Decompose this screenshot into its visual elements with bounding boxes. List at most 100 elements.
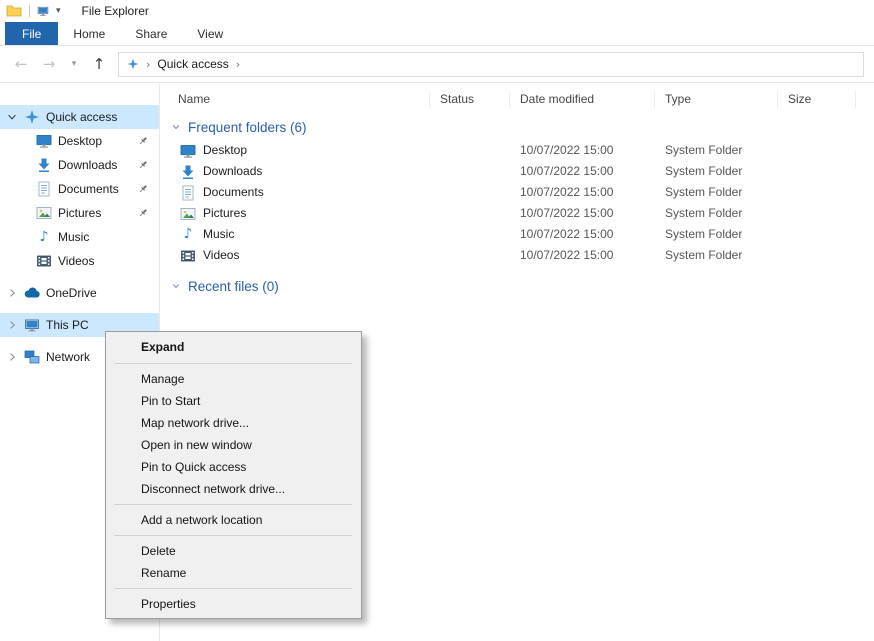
group-label: Recent files (0) [188,279,279,294]
column-header-status[interactable]: Status [430,91,510,108]
chevron-down-icon[interactable] [6,111,18,123]
file-row-pictures[interactable]: Pictures 10/07/2022 15:00 System Folder [160,203,874,224]
file-name: Music [203,224,234,245]
sidebar-item-documents[interactable]: Documents [0,177,159,201]
file-type: System Folder [655,140,778,161]
breadcrumb-chevron-icon[interactable]: › [236,58,240,71]
desktop-icon [36,133,52,149]
menu-separator [114,504,352,505]
downloads-icon [36,157,52,173]
sidebar-item-label: Desktop [58,134,102,148]
file-name: Videos [203,245,239,266]
menu-item-pin-to-quick-access[interactable]: Pin to Quick access [106,456,361,478]
file-type: System Folder [655,224,778,245]
videos-icon [36,253,52,269]
menu-item-manage[interactable]: Manage [106,368,361,390]
menu-item-delete[interactable]: Delete [106,540,361,562]
explorer-icon[interactable] [6,3,22,19]
file-row-music[interactable]: ♪Music 10/07/2022 15:00 System Folder [160,224,874,245]
sidebar-item-label: Music [58,230,89,244]
pin-icon [137,183,149,195]
column-header-size[interactable]: Size [778,91,856,108]
column-header-name[interactable]: Name [160,91,430,108]
quick-access-toolbar-icon[interactable] [37,5,49,17]
menu-separator [114,535,352,536]
quick-access-icon [127,58,139,70]
forward-button[interactable]: → [40,57,58,72]
menu-item-disconnect-network-drive[interactable]: Disconnect network drive... [106,478,361,500]
group-frequent-folders[interactable]: Frequent folders (6) [160,114,874,140]
file-row-documents[interactable]: Documents 10/07/2022 15:00 System Folder [160,182,874,203]
tab-home[interactable]: Home [58,22,120,45]
chevron-right-icon[interactable] [6,287,18,299]
context-menu: Expand Manage Pin to Start Map network d… [105,331,362,619]
back-button[interactable]: ← [12,57,30,72]
chevron-right-icon[interactable] [6,351,18,363]
file-type: System Folder [655,203,778,224]
menu-item-add-network-location[interactable]: Add a network location [106,509,361,531]
tab-file[interactable]: File [5,22,58,45]
customize-toolbar-dropdown-icon[interactable]: ▾ [56,6,61,16]
ribbon-tab-bar: File Home Share View [0,22,874,46]
file-row-videos[interactable]: Videos 10/07/2022 15:00 System Folder [160,245,874,266]
onedrive-icon [24,285,40,301]
sidebar-item-pictures[interactable]: Pictures [0,201,159,225]
recent-locations-dropdown-icon[interactable]: ▾ [68,60,80,69]
documents-icon [180,185,196,201]
sidebar-item-label: Network [46,350,90,364]
sidebar-item-music[interactable]: ♪ Music [0,225,159,249]
breadcrumb-chevron-icon[interactable]: › [146,58,150,71]
address-bar[interactable]: › Quick access › [118,52,864,77]
sidebar-item-videos[interactable]: Videos [0,249,159,273]
menu-separator [114,363,352,364]
documents-icon [36,181,52,197]
this-pc-icon [24,317,40,333]
chevron-down-icon[interactable] [171,281,181,291]
column-header-date-modified[interactable]: Date modified [510,91,655,108]
menu-item-map-network-drive[interactable]: Map network drive... [106,412,361,434]
sidebar-item-downloads[interactable]: Downloads [0,153,159,177]
music-icon: ♪ [180,224,196,245]
file-row-downloads[interactable]: Downloads 10/07/2022 15:00 System Folder [160,161,874,182]
column-header-row: Name Status Date modified Type Size [160,84,874,114]
chevron-right-icon[interactable] [6,319,18,331]
up-button[interactable]: ↑ [90,57,108,72]
sidebar-item-label: This PC [46,318,89,332]
tab-share[interactable]: Share [120,22,182,45]
menu-item-rename[interactable]: Rename [106,562,361,584]
pin-icon [137,159,149,171]
file-date: 10/07/2022 15:00 [510,245,655,266]
file-name: Documents [203,182,264,203]
group-recent-files[interactable]: Recent files (0) [160,273,874,299]
quick-access-icon [24,109,40,125]
menu-item-pin-to-start[interactable]: Pin to Start [106,390,361,412]
sidebar-item-desktop[interactable]: Desktop [0,129,159,153]
navigation-bar: ← → ▾ ↑ › Quick access › [0,46,874,83]
chevron-down-icon[interactable] [171,122,181,132]
file-name: Downloads [203,161,262,182]
videos-icon [180,248,196,264]
sidebar-item-onedrive[interactable]: OneDrive [0,281,159,305]
network-icon [24,349,40,365]
menu-item-properties[interactable]: Properties [106,593,361,615]
sidebar-item-label: Downloads [58,158,117,172]
sidebar-item-label: Quick access [46,110,117,124]
window-title: File Explorer [82,4,149,18]
pictures-icon [36,205,52,221]
sidebar-item-label: OneDrive [46,286,97,300]
tab-view[interactable]: View [182,22,238,45]
breadcrumb-quick-access[interactable]: Quick access [157,57,228,71]
toolbar-separator [29,5,30,17]
sidebar-item-label: Documents [58,182,119,196]
desktop-icon [180,143,196,159]
column-header-type[interactable]: Type [655,91,778,108]
title-bar: ▾ File Explorer [0,0,874,22]
file-row-desktop[interactable]: Desktop 10/07/2022 15:00 System Folder [160,140,874,161]
sidebar-item-label: Videos [58,254,94,268]
menu-item-expand[interactable]: Expand [106,335,361,359]
file-type: System Folder [655,245,778,266]
sidebar-item-label: Pictures [58,206,101,220]
sidebar-item-quick-access[interactable]: Quick access [0,105,159,129]
menu-item-open-in-new-window[interactable]: Open in new window [106,434,361,456]
file-date: 10/07/2022 15:00 [510,203,655,224]
